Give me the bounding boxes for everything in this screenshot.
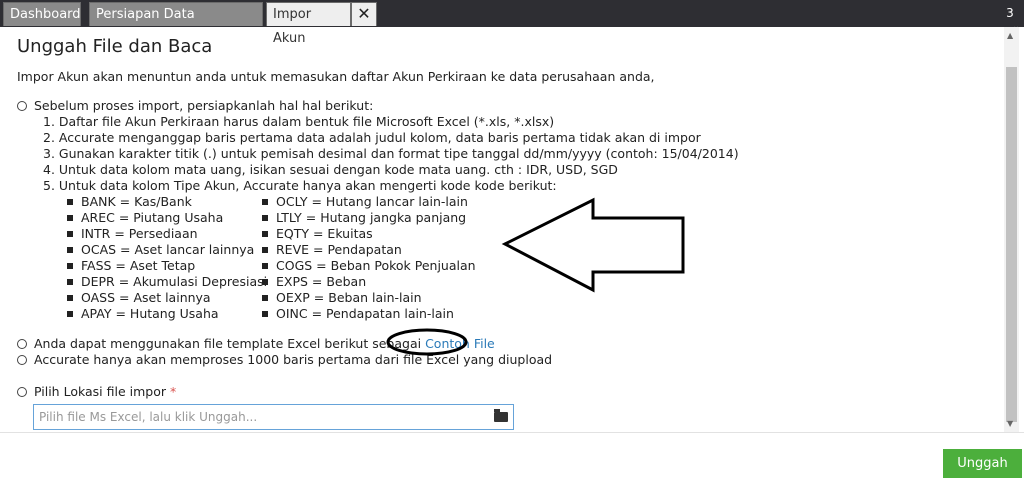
code-item: OASS = Aset lainnya: [67, 290, 211, 305]
tab-persiapan-data-perusahaan[interactable]: Persiapan Data Perusahaan: [89, 2, 263, 46]
step-3: 3. Gunakan karakter titik (.) untuk pemi…: [43, 146, 739, 161]
required-mark: *: [169, 384, 177, 399]
tab-counter[interactable]: 3 ⌄: [996, 0, 1024, 32]
code-item: BANK = Kas/Bank: [67, 194, 192, 209]
scroll-down-icon[interactable]: ▼: [1007, 419, 1013, 428]
contoh-file-link[interactable]: Contoh File: [425, 336, 495, 351]
code-item: EXPS = Beban: [262, 274, 366, 289]
intro-text: Impor Akun akan menuntun anda untuk mema…: [17, 69, 655, 84]
code-item: COGS = Beban Pokok Penjualan: [262, 258, 476, 273]
scrollbar-thumb[interactable]: [1006, 67, 1017, 422]
template-note: Anda dapat menggunakan file template Exc…: [17, 336, 495, 351]
scroll-up-icon[interactable]: ▲: [1007, 31, 1013, 40]
tab-dashboard[interactable]: Dashboard: [3, 2, 81, 26]
step-2: 2. Accurate menganggap baris pertama dat…: [43, 130, 701, 145]
step-1: 1. Daftar file Akun Perkiraan harus dala…: [43, 114, 555, 129]
code-item: OCAS = Aset lancar lainnya: [67, 242, 254, 257]
main-content: Unggah File dan Baca Impor Akun akan men…: [0, 27, 1003, 432]
code-item: EQTY = Ekuitas: [262, 226, 373, 241]
step-5: 5. Untuk data kolom Tipe Akun, Accurate …: [43, 178, 557, 193]
file-input[interactable]: Pilih file Ms Excel, lalu klik Unggah...: [33, 404, 514, 430]
prep-header: Sebelum proses import, persiapkanlah hal…: [17, 98, 373, 113]
step-4: 4. Untuk data kolom mata uang, isikan se…: [43, 162, 618, 177]
limit-note: Accurate hanya akan memproses 1000 baris…: [17, 352, 552, 367]
footer: [0, 432, 1024, 479]
scrollbar[interactable]: ▲ ▼: [1004, 27, 1019, 432]
code-item: DEPR = Akumulasi Depresiasi: [67, 274, 267, 289]
page-title: Unggah File dan Baca: [17, 36, 213, 57]
bullet-circle: [17, 100, 27, 111]
folder-icon[interactable]: [494, 409, 508, 422]
prep-header-text: Sebelum proses import, persiapkanlah hal…: [34, 98, 374, 113]
code-item: OEXP = Beban lain-lain: [262, 290, 422, 305]
close-icon[interactable]: ✕: [351, 2, 377, 26]
code-item: LTLY = Hutang jangka panjang: [262, 210, 466, 225]
code-item: OCLY = Hutang lancar lain-lain: [262, 194, 468, 209]
tab-impor-akun[interactable]: Impor Akun: [266, 2, 351, 46]
code-item: INTR = Persediaan: [67, 226, 198, 241]
code-item: REVE = Pendapatan: [262, 242, 402, 257]
file-label: Pilih Lokasi file impor *: [17, 384, 176, 399]
file-input-placeholder: Pilih file Ms Excel, lalu klik Unggah...: [39, 410, 258, 424]
code-item: OINC = Pendapatan lain-lain: [262, 306, 454, 321]
code-item: APAY = Hutang Usaha: [67, 306, 219, 321]
code-item: FASS = Aset Tetap: [67, 258, 195, 273]
code-item: AREC = Piutang Usaha: [67, 210, 223, 225]
upload-button[interactable]: Unggah: [943, 449, 1022, 478]
tab-bar: Dashboard Persiapan Data Perusahaan Impo…: [0, 0, 1024, 46]
